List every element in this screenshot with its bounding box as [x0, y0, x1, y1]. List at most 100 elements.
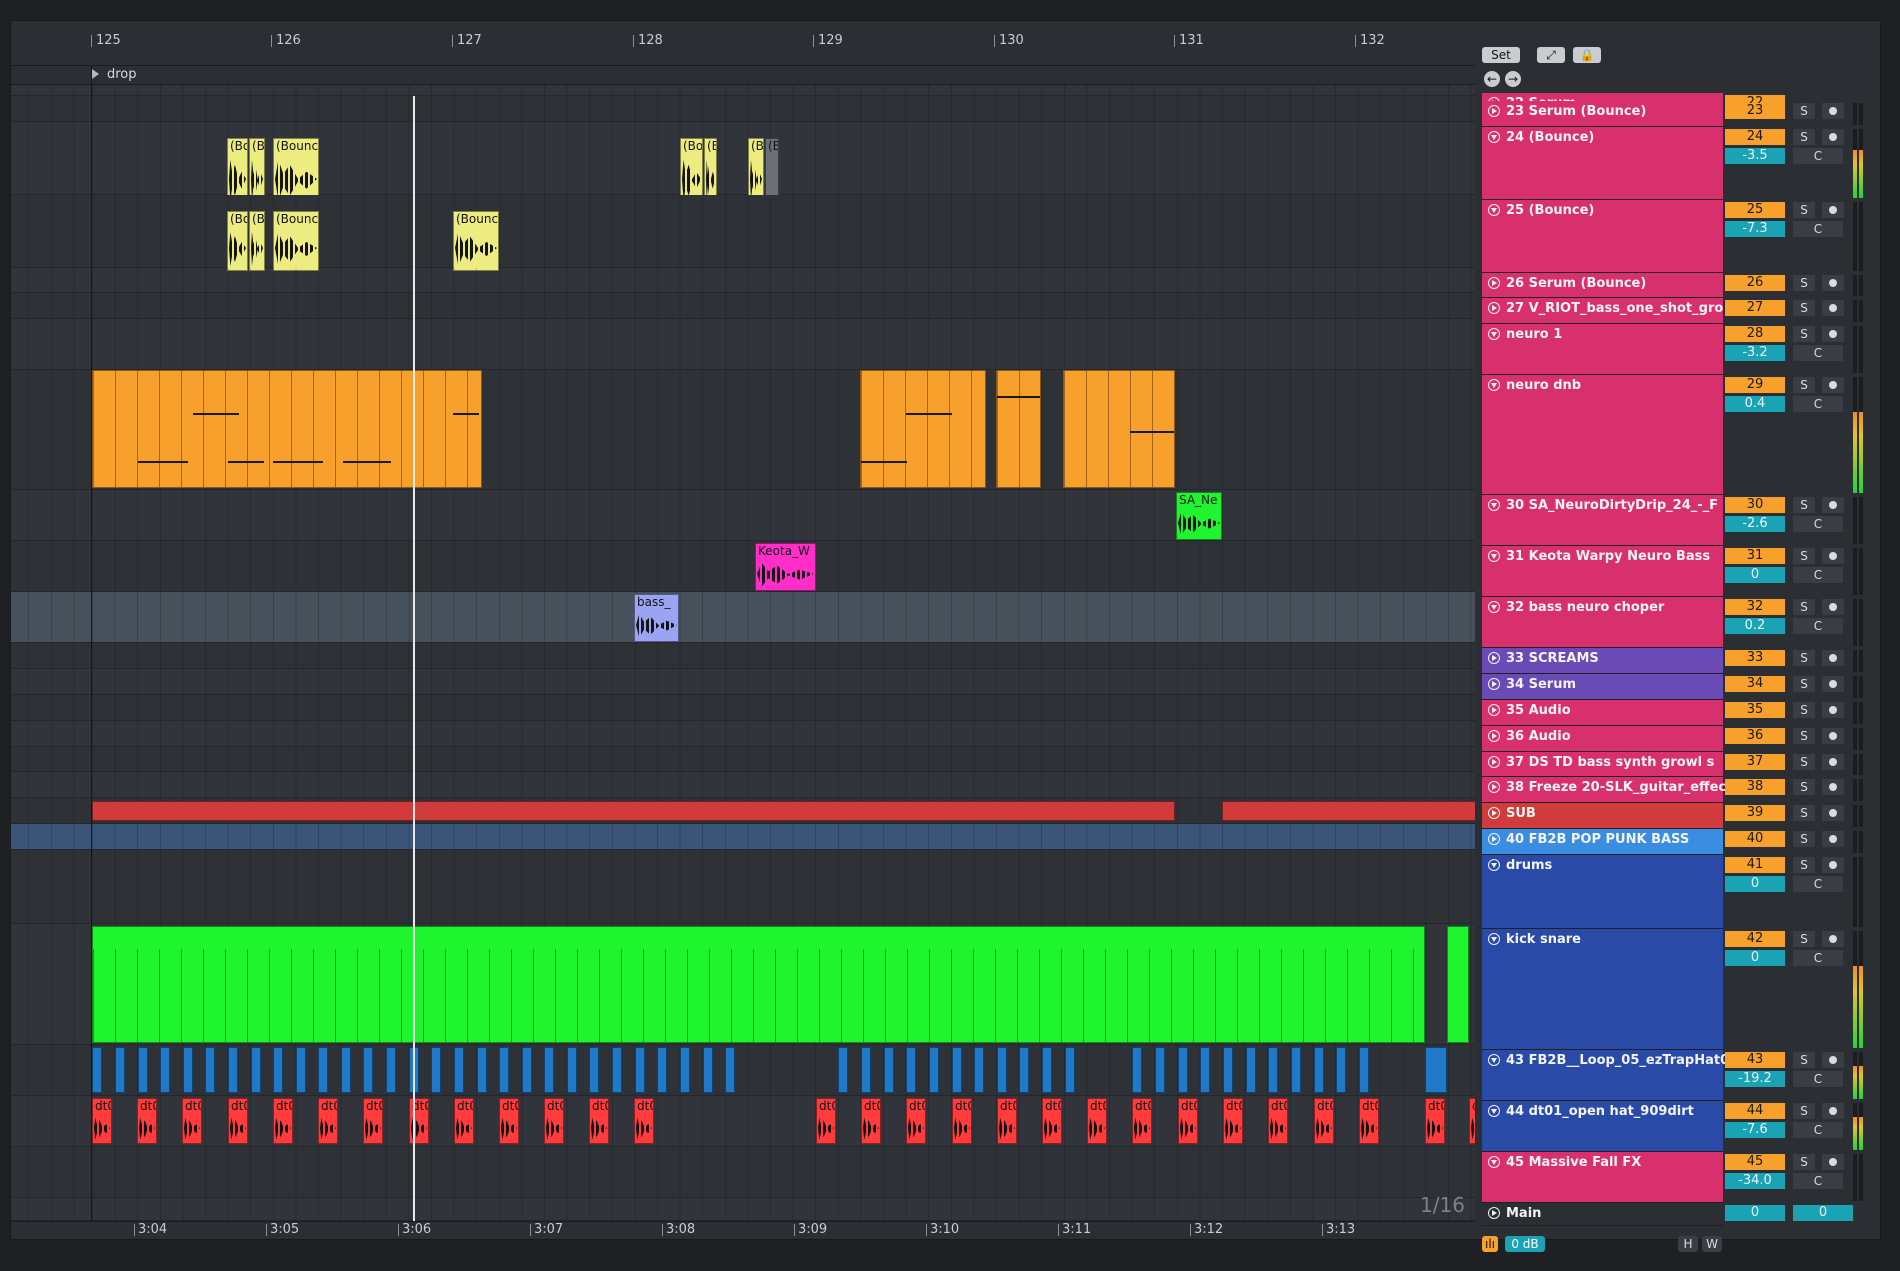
track-name[interactable]: 35 Audio: [1506, 703, 1571, 718]
volume-field[interactable]: 0: [1725, 567, 1785, 583]
arm-record-icon[interactable]: [1822, 202, 1844, 218]
solo-button[interactable]: S: [1793, 202, 1815, 218]
track-header[interactable]: Main: [1482, 1203, 1723, 1226]
lane-34[interactable]: [11, 669, 1476, 695]
arm-record-icon[interactable]: [1822, 548, 1844, 564]
track-name[interactable]: drums: [1506, 858, 1552, 873]
audio-clip[interactable]: bass_: [634, 594, 679, 642]
lane-30[interactable]: SA_Ne: [11, 490, 1476, 541]
solo-button[interactable]: S: [1793, 300, 1815, 316]
bar-ruler[interactable]: 125 126 127 128 129 130 131 132: [11, 21, 1476, 66]
audio-clip[interactable]: [612, 1047, 622, 1093]
track-activator[interactable]: 38: [1725, 779, 1785, 795]
track-activator[interactable]: 29: [1725, 377, 1785, 393]
fold-down-icon[interactable]: [1488, 1054, 1500, 1066]
w-button[interactable]: W: [1702, 1236, 1722, 1252]
audio-clip[interactable]: [703, 1047, 713, 1093]
audio-clip[interactable]: dt0: [1425, 1098, 1445, 1144]
lane-43[interactable]: [11, 1045, 1476, 1096]
track-activator[interactable]: 25: [1725, 202, 1785, 218]
lane-45[interactable]: [11, 1147, 1476, 1198]
audio-clip[interactable]: [92, 1047, 102, 1093]
fold-right-icon[interactable]: [1488, 756, 1500, 768]
audio-clip[interactable]: [115, 1047, 125, 1093]
track-name[interactable]: 44 dt01_open hat_909dirt: [1506, 1104, 1694, 1119]
audio-clip[interactable]: [431, 1047, 441, 1093]
cue-button[interactable]: C: [1793, 876, 1843, 892]
fold-down-icon[interactable]: [1488, 328, 1500, 340]
arm-record-icon[interactable]: [1822, 326, 1844, 342]
fold-down-icon[interactable]: [1488, 550, 1500, 562]
solo-button[interactable]: S: [1793, 1154, 1815, 1170]
track-activator[interactable]: 39: [1725, 805, 1785, 821]
audio-clip[interactable]: [657, 1047, 667, 1093]
arm-record-icon[interactable]: [1822, 831, 1844, 847]
track-activator[interactable]: 34: [1725, 676, 1785, 692]
track-header[interactable]: 40 FB2B POP PUNK BASS: [1482, 829, 1723, 855]
track-header[interactable]: SUB: [1482, 803, 1723, 829]
arm-record-icon[interactable]: [1822, 1052, 1844, 1068]
track-header[interactable]: 34 Serum: [1482, 674, 1723, 700]
left-arrow-icon[interactable]: ←: [1484, 71, 1500, 87]
volume-field[interactable]: 0.4: [1725, 396, 1785, 412]
track-name[interactable]: 32 bass neuro choper: [1506, 600, 1664, 615]
audio-clip[interactable]: dt0: [137, 1098, 157, 1144]
audio-clip[interactable]: [997, 1047, 1007, 1093]
audio-clip[interactable]: [567, 1047, 577, 1093]
audio-clip[interactable]: [183, 1047, 193, 1093]
arm-record-icon[interactable]: [1822, 676, 1844, 692]
arm-record-icon[interactable]: [1822, 779, 1844, 795]
arm-record-icon[interactable]: [1822, 599, 1844, 615]
main-meter-icon[interactable]: ılı: [1482, 1236, 1498, 1252]
solo-button[interactable]: S: [1793, 650, 1815, 666]
main-volume-field[interactable]: 0: [1725, 1205, 1785, 1221]
solo-button[interactable]: S: [1793, 779, 1815, 795]
audio-clip[interactable]: [635, 1047, 645, 1093]
lane-24[interactable]: (Bo (B (Bounc (Bo (B (B (B: [11, 122, 1476, 206]
audio-clip[interactable]: [386, 1047, 396, 1093]
track-activator[interactable]: 28: [1725, 326, 1785, 342]
arm-record-icon[interactable]: [1822, 129, 1844, 145]
track-header[interactable]: 30 SA_NeuroDirtyDrip_24_-_F: [1482, 495, 1723, 546]
audio-clip[interactable]: [1359, 1047, 1369, 1093]
audio-clip[interactable]: [477, 1047, 487, 1093]
lane-31[interactable]: Keota_W: [11, 541, 1476, 592]
audio-clip[interactable]: [1155, 1047, 1165, 1093]
track-header[interactable]: 27 V_RIOT_bass_one_shot_gro: [1482, 298, 1723, 324]
audio-clip[interactable]: [929, 1047, 939, 1093]
audio-clip[interactable]: [1268, 1047, 1278, 1093]
solo-button[interactable]: S: [1793, 831, 1815, 847]
fold-down-icon[interactable]: [1488, 1105, 1500, 1117]
track-header[interactable]: drums: [1482, 855, 1723, 929]
solo-button[interactable]: S: [1793, 599, 1815, 615]
track-activator[interactable]: 43: [1725, 1052, 1785, 1068]
audio-clip[interactable]: dt0: [92, 1098, 112, 1144]
track-name[interactable]: 23 Serum (Bounce): [1506, 104, 1646, 119]
track-name[interactable]: 45 Massive Fall FX: [1506, 1155, 1641, 1170]
cue-button[interactable]: C: [1793, 618, 1843, 634]
arm-record-icon[interactable]: [1822, 1103, 1844, 1119]
track-name[interactable]: neuro dnb: [1506, 378, 1581, 393]
audio-clip[interactable]: dt0: [816, 1098, 836, 1144]
arm-record-icon[interactable]: [1822, 931, 1844, 947]
midi-clip[interactable]: [1063, 370, 1175, 488]
solo-button[interactable]: S: [1793, 1052, 1815, 1068]
cue-button[interactable]: C: [1793, 396, 1843, 412]
track-header[interactable]: neuro 1: [1482, 324, 1723, 375]
solo-button[interactable]: S: [1793, 326, 1815, 342]
fold-right-icon[interactable]: [1488, 652, 1500, 664]
audio-clip[interactable]: dt0: [273, 1098, 293, 1144]
audio-clip[interactable]: [1336, 1047, 1346, 1093]
audio-clip[interactable]: [974, 1047, 984, 1093]
fold-down-icon[interactable]: [1488, 499, 1500, 511]
track-header[interactable]: 44 dt01_open hat_909dirt: [1482, 1101, 1723, 1152]
fold-down-icon[interactable]: [1488, 204, 1500, 216]
fold-right-icon[interactable]: [1488, 678, 1500, 690]
audio-clip[interactable]: [1132, 1047, 1142, 1093]
track-activator[interactable]: 27: [1725, 300, 1785, 316]
track-name[interactable]: 24 (Bounce): [1506, 130, 1594, 145]
audio-clip[interactable]: dt0: [1132, 1098, 1152, 1144]
volume-field[interactable]: -34.0: [1725, 1173, 1785, 1189]
track-name[interactable]: 36 Audio: [1506, 729, 1571, 744]
arm-record-icon[interactable]: [1822, 1154, 1844, 1170]
